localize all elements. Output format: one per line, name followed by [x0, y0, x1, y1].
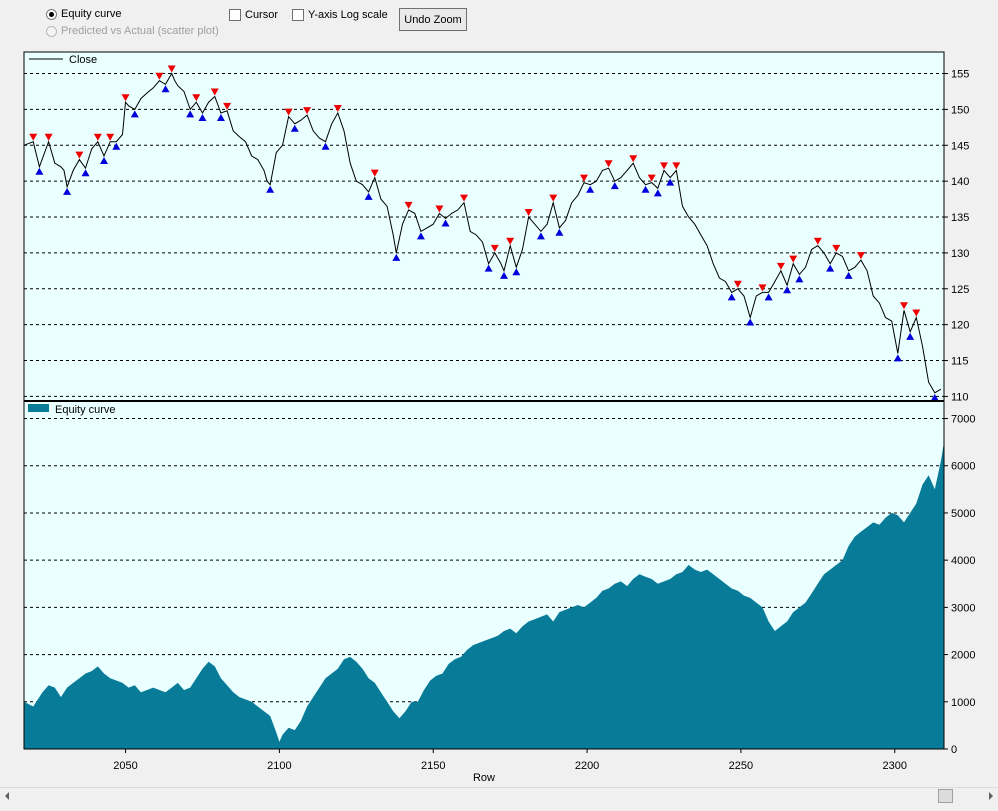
price-panel-background: [24, 52, 944, 400]
equity-y-tick-label: 3000: [951, 602, 975, 614]
price-y-tick-label: 120: [951, 320, 969, 332]
price-y-tick-label: 115: [951, 356, 969, 368]
x-axis-label: Row: [473, 772, 495, 784]
x-tick-label: 2150: [421, 760, 445, 772]
equity-y-tick-label: 0: [951, 744, 957, 756]
price-y-tick-label: 135: [951, 212, 969, 224]
price-y-tick-label: 125: [951, 284, 969, 296]
price-y-tick-label: 110: [951, 391, 969, 403]
x-tick-label: 2100: [267, 760, 291, 772]
equity-legend-swatch: [28, 404, 49, 412]
scroll-thumb[interactable]: [938, 789, 953, 803]
price-y-tick-label: 130: [951, 248, 969, 260]
horizontal-scrollbar[interactable]: [0, 787, 998, 805]
equity-y-tick-label: 6000: [951, 461, 975, 473]
close-legend-label: Close: [69, 54, 97, 66]
x-tick-label: 2250: [729, 760, 753, 772]
x-tick-label: 2300: [883, 760, 907, 772]
equity-y-tick-label: 2000: [951, 650, 975, 662]
price-y-tick-label: 140: [951, 176, 969, 188]
price-y-tick-label: 145: [951, 140, 969, 152]
scroll-left-icon[interactable]: [5, 792, 9, 800]
equity-y-tick-label: 1000: [951, 697, 975, 709]
scroll-right-icon[interactable]: [989, 792, 993, 800]
price-y-tick-label: 155: [951, 69, 969, 81]
x-tick-label: 2200: [575, 760, 599, 772]
equity-y-tick-label: 5000: [951, 508, 975, 520]
equity-legend-label: Equity curve: [55, 404, 116, 416]
equity-y-tick-label: 7000: [951, 414, 975, 426]
chart-canvas[interactable]: 110 115 120 125 130 135 140 145 150 155 0 1000 2000 3…: [0, 0, 998, 790]
x-tick-label: 2050: [113, 760, 137, 772]
price-y-tick-label: 150: [951, 104, 969, 116]
equity-y-tick-label: 4000: [951, 555, 975, 567]
